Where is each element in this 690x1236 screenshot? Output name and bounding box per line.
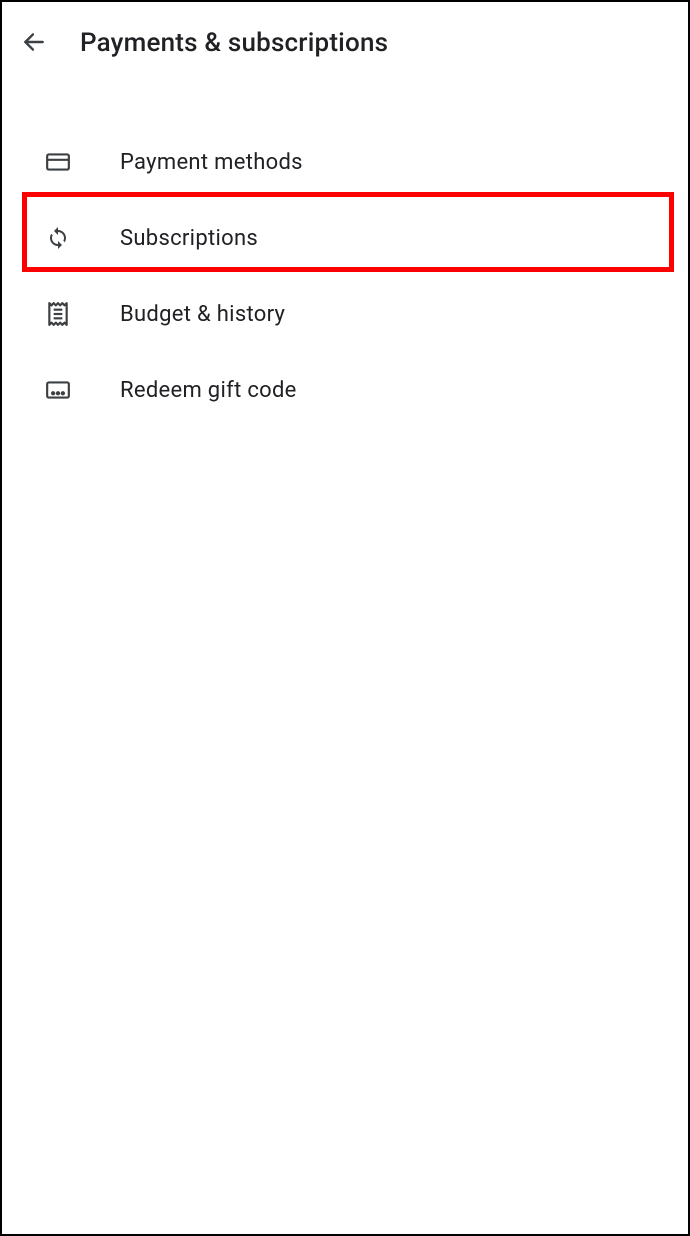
sync-icon bbox=[44, 224, 72, 252]
menu-item-label: Redeem gift code bbox=[120, 378, 297, 403]
menu-item-label: Subscriptions bbox=[120, 226, 258, 251]
menu-item-payment-methods[interactable]: Payment methods bbox=[2, 124, 688, 200]
gift-card-icon bbox=[44, 376, 72, 404]
menu-item-redeem-gift-code[interactable]: Redeem gift code bbox=[2, 352, 688, 428]
menu-item-subscriptions[interactable]: Subscriptions bbox=[2, 200, 688, 276]
menu-item-budget-history[interactable]: Budget & history bbox=[2, 276, 688, 352]
menu-item-label: Payment methods bbox=[120, 150, 303, 175]
menu-item-label: Budget & history bbox=[120, 302, 285, 327]
arrow-left-icon bbox=[21, 29, 47, 58]
receipt-icon bbox=[44, 300, 72, 328]
page-title: Payments & subscriptions bbox=[80, 28, 388, 58]
back-button[interactable] bbox=[20, 29, 48, 57]
credit-card-icon bbox=[44, 148, 72, 176]
menu-list: Payment methods Subscriptions Budget & h… bbox=[2, 84, 688, 428]
app-header: Payments & subscriptions bbox=[2, 2, 688, 84]
